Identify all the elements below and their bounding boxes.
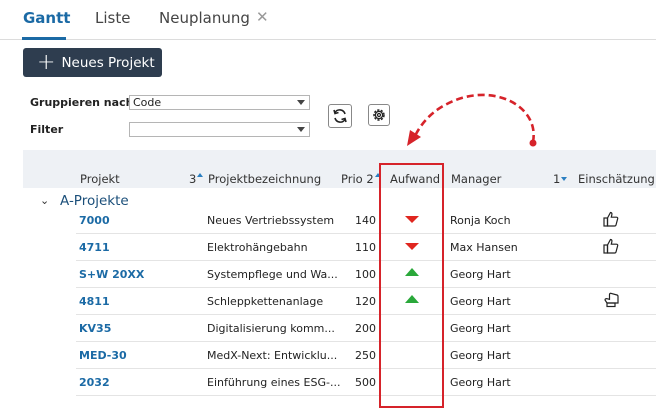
annotation-arrow — [407, 93, 537, 147]
